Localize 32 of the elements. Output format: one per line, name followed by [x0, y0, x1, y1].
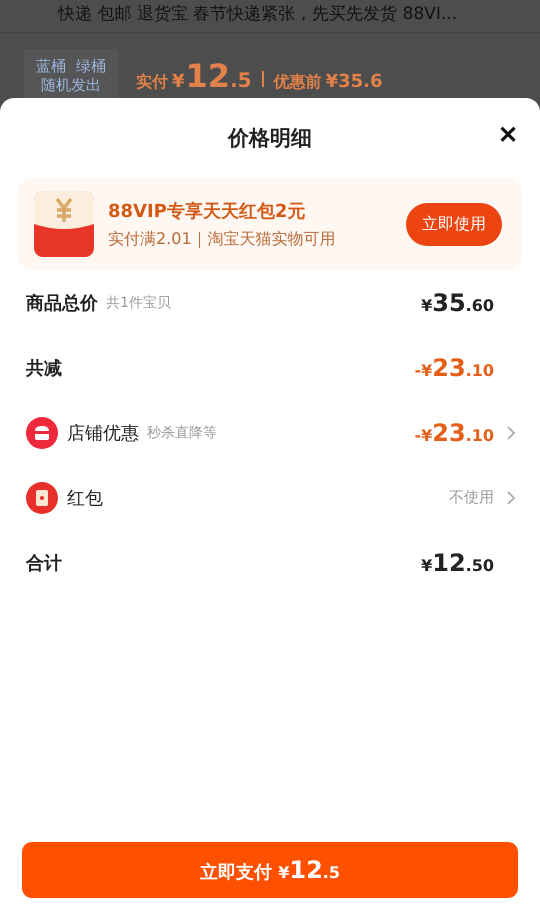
pay-now-button[interactable]: 立即支付 ¥12.5 [22, 842, 518, 898]
row-label: 商品总价 [26, 292, 98, 314]
row-note: 共1件宝贝 [106, 294, 171, 312]
chevron-icon[interactable] [506, 490, 516, 506]
original-price: ¥35.6 [326, 71, 383, 92]
row-price: ¥12.50 [421, 548, 494, 576]
thumbnail-text: 随机发出 [41, 76, 101, 96]
row-value: 不使用 [449, 488, 494, 507]
envelope-icon [34, 191, 94, 257]
sheet-title: 价格明细 [228, 125, 312, 152]
close-button[interactable]: ✕ [498, 124, 518, 148]
chevron-icon[interactable] [506, 424, 516, 440]
row-label: 店铺优惠 [67, 422, 139, 444]
promo-condition: 实付满2.01｜淘宝天猫实物可用 [108, 228, 337, 250]
promo-title: 88VIP专享天天红包2元 [108, 200, 306, 222]
use-now-button[interactable]: 立即使用 [406, 202, 502, 246]
row-label: 合计 [26, 552, 62, 574]
thumbnail-text: 蓝桶 绿桶 [36, 56, 106, 76]
row-label: 红包 [67, 486, 103, 510]
currency-sign: ¥ [172, 71, 185, 92]
row-note: 秒杀直降等 [147, 424, 217, 442]
row-price: -¥23.10 [414, 354, 494, 382]
paid-price-decimal: .5 [230, 68, 252, 92]
row-label: 共减 [26, 356, 62, 380]
paid-label: 实付 [136, 72, 168, 93]
row-price: -¥23.10 [414, 418, 494, 446]
shop-icon [26, 416, 58, 448]
original-price-label: 优惠前 [274, 72, 322, 93]
product-title: 快递 包邮 退货宝 春节快递紧张，先买先发货 88VI... [0, 0, 540, 33]
row-price: ¥35.60 [421, 288, 494, 316]
paid-price: 12 [186, 57, 230, 95]
envelope-icon [26, 482, 58, 514]
